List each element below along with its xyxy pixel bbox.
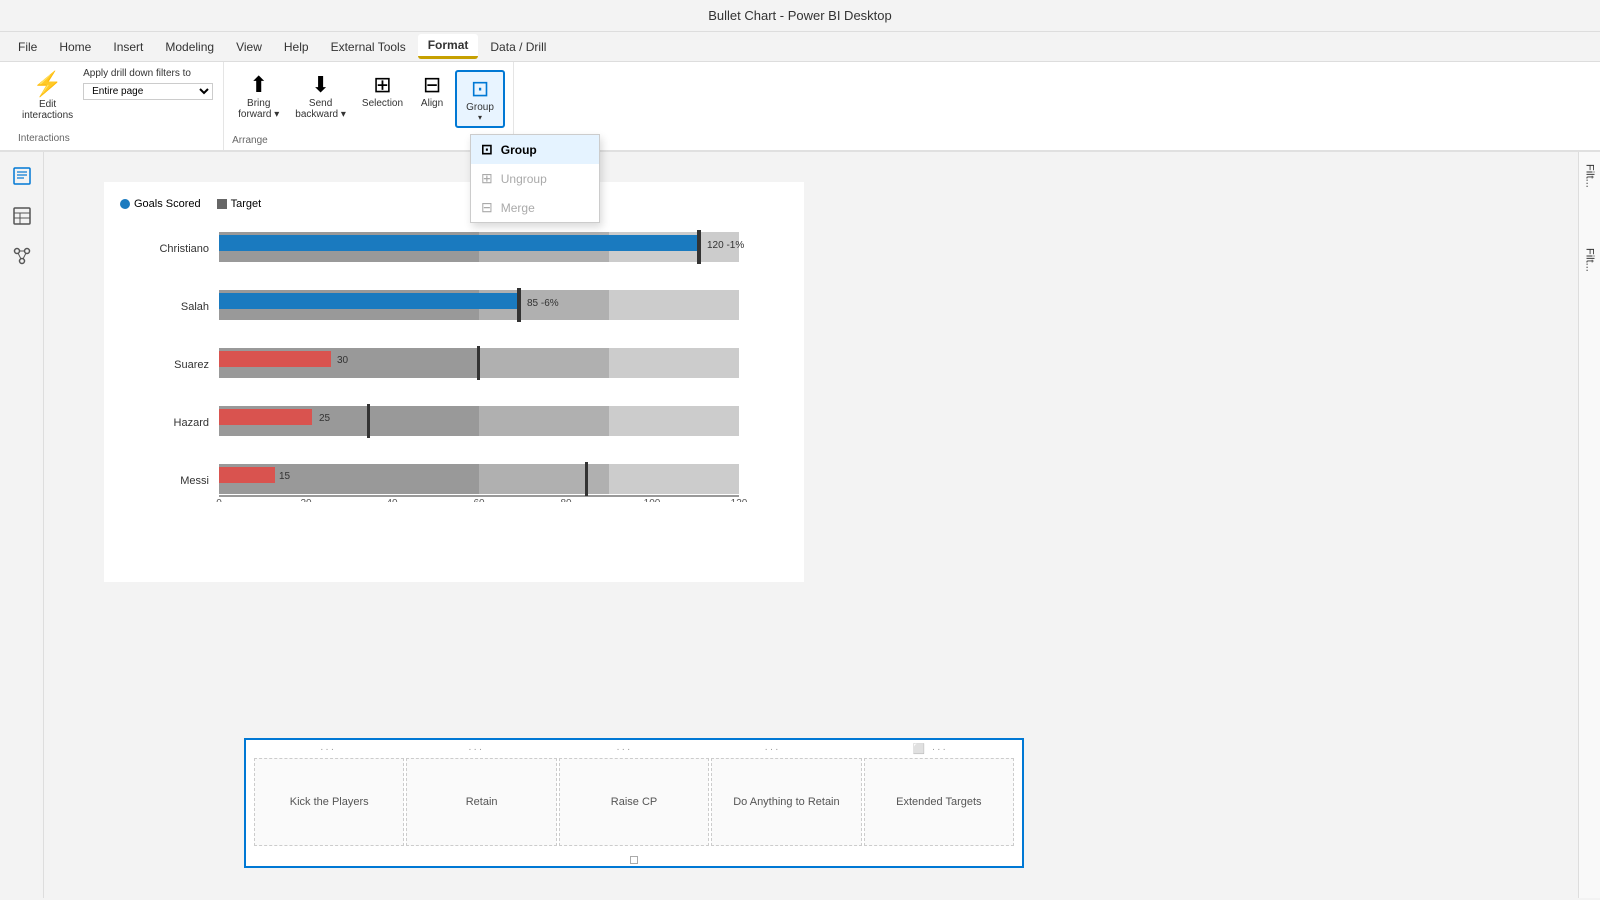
chart-legend: Goals Scored Target [120,198,788,210]
menu-format[interactable]: Format [418,34,479,59]
interactions-section-label: Interactions [18,133,213,144]
svg-text:40: 40 [386,498,398,502]
card-dots-2: ··· [468,744,484,755]
bar-label-hazard: Hazard [174,417,209,429]
edit-interactions-label: Editinteractions [22,99,73,121]
bar-value-christiano: 120 -1% [707,240,744,251]
card-content: Kick the Players Retain Raise CP Do Anyt… [246,758,1022,854]
svg-text:0: 0 [216,498,222,502]
group-icon: ⊡ [471,76,489,102]
bring-forward-label: Bringforward ▾ [238,98,279,120]
dropdown-merge-icon: ⊟ [481,199,493,216]
selection-button[interactable]: ⊞ Selection [356,70,409,113]
card-cell-1: Kick the Players [254,758,404,846]
card-dots-5: ⬜ ··· [913,744,948,755]
svg-text:100: 100 [644,498,661,502]
interactions-section: ⚡ Editinteractions Apply drill down filt… [8,62,224,150]
bullet-chart-svg: Christiano 120 -1% Salah 85 -6% [120,222,788,502]
selection-icon: ⊞ [373,74,391,96]
menu-home[interactable]: Home [49,36,101,58]
bar-value-salah: 85 -6% [527,298,559,309]
menu-view[interactable]: View [226,36,272,58]
group-dropdown-menu: ⊡ Group ⊞ Ungroup ⊟ Merge [470,134,600,223]
card-dots-1: ··· [320,744,336,755]
ribbon: ⚡ Editinteractions Apply drill down filt… [0,62,1600,152]
legend-target-rect [217,199,227,209]
svg-text:80: 80 [560,498,572,502]
sidebar-icon-table[interactable] [6,200,38,232]
card-dots-3: ··· [616,744,632,755]
send-backward-icon: ⬇ [311,74,329,96]
right-panel: Filt... Filt... [1578,152,1600,898]
dropdown-group-icon: ⊡ [481,141,493,158]
drill-filter-label: Apply drill down filters to [83,68,213,79]
dropdown-group[interactable]: ⊡ Group [471,135,599,164]
dropdown-merge-label: Merge [501,201,535,215]
legend-target-label: Target [231,198,262,210]
menu-data-drill[interactable]: Data / Drill [480,36,556,58]
card-cell-5: Extended Targets [864,758,1014,846]
bar-value-hazard: 25 [319,413,331,424]
group-button[interactable]: ⊡ Group ▾ [455,70,505,128]
legend-goals-label: Goals Scored [134,198,201,210]
drill-filter-area: Apply drill down filters to Entire page [83,68,213,100]
card-dots-4: ··· [764,744,780,755]
dropdown-group-label: Group [501,143,537,157]
bring-forward-button[interactable]: ⬆ Bringforward ▾ [232,70,285,124]
card-cell-4: Do Anything to Retain [711,758,861,846]
chart-container: Goals Scored Target Christiano [104,182,804,582]
edit-interactions-icon: ⚡ [33,70,63,99]
align-label: Align [421,98,443,109]
bring-forward-icon: ⬆ [250,74,268,96]
edit-interactions-button[interactable]: ⚡ Editinteractions [18,68,77,123]
bottom-card[interactable]: ··· ··· ··· ··· ⬜ ··· Kick the Players R… [244,738,1024,868]
bar-label-messi: Messi [180,475,209,487]
dropdown-ungroup-label: Ungroup [501,172,547,186]
menu-modeling[interactable]: Modeling [155,36,224,58]
dropdown-merge: ⊟ Merge [471,193,599,222]
send-backward-label: Sendbackward ▾ [295,98,346,120]
main-content: Goals Scored Target Christiano [0,152,1600,898]
titlebar: Bullet Chart - Power BI Desktop [0,0,1600,32]
send-backward-button[interactable]: ⬇ Sendbackward ▾ [289,70,352,124]
group-label: Group [466,102,494,113]
menu-insert[interactable]: Insert [103,36,153,58]
align-icon: ⊟ [423,74,441,96]
menubar: File Home Insert Modeling View Help Exte… [0,32,1600,62]
card-cell-3: Raise CP [559,758,709,846]
menu-help[interactable]: Help [274,36,319,58]
filters-label[interactable]: Filt... [1584,164,1596,188]
drill-filter-select[interactable]: Entire page [83,83,213,100]
canvas[interactable]: Goals Scored Target Christiano [44,152,1578,898]
selection-label: Selection [362,98,403,109]
svg-text:20: 20 [300,498,312,502]
sidebar-icon-model[interactable] [6,240,38,272]
dropdown-ungroup: ⊞ Ungroup [471,164,599,193]
left-sidebar [0,152,44,898]
bar-value-messi: 15 [279,471,291,482]
legend-goals-dot [120,199,130,209]
bar-value-suarez: 30 [337,355,349,366]
bar-label-christiano: Christiano [159,243,209,255]
filters-label-2[interactable]: Filt... [1584,248,1596,272]
card-bottom-handle [246,854,1022,866]
title-text: Bullet Chart - Power BI Desktop [708,8,892,23]
bar-label-salah: Salah [181,301,209,313]
resize-handle[interactable] [630,856,638,864]
arrange-section-label: Arrange [232,135,505,146]
menu-file[interactable]: File [8,36,47,58]
sidebar-icon-report[interactable] [6,160,38,192]
dropdown-ungroup-icon: ⊞ [481,170,493,187]
legend-target: Target [217,198,262,210]
card-cell-2: Retain [406,758,556,846]
bar-label-suarez: Suarez [174,359,209,371]
group-arrow-icon: ▾ [478,113,482,122]
svg-text:60: 60 [473,498,485,502]
align-button[interactable]: ⊟ Align [413,70,451,113]
legend-goals-scored: Goals Scored [120,198,201,210]
svg-text:120: 120 [731,498,748,502]
card-dots-row: ··· ··· ··· ··· ⬜ ··· [246,740,1022,758]
menu-external-tools[interactable]: External Tools [321,36,416,58]
